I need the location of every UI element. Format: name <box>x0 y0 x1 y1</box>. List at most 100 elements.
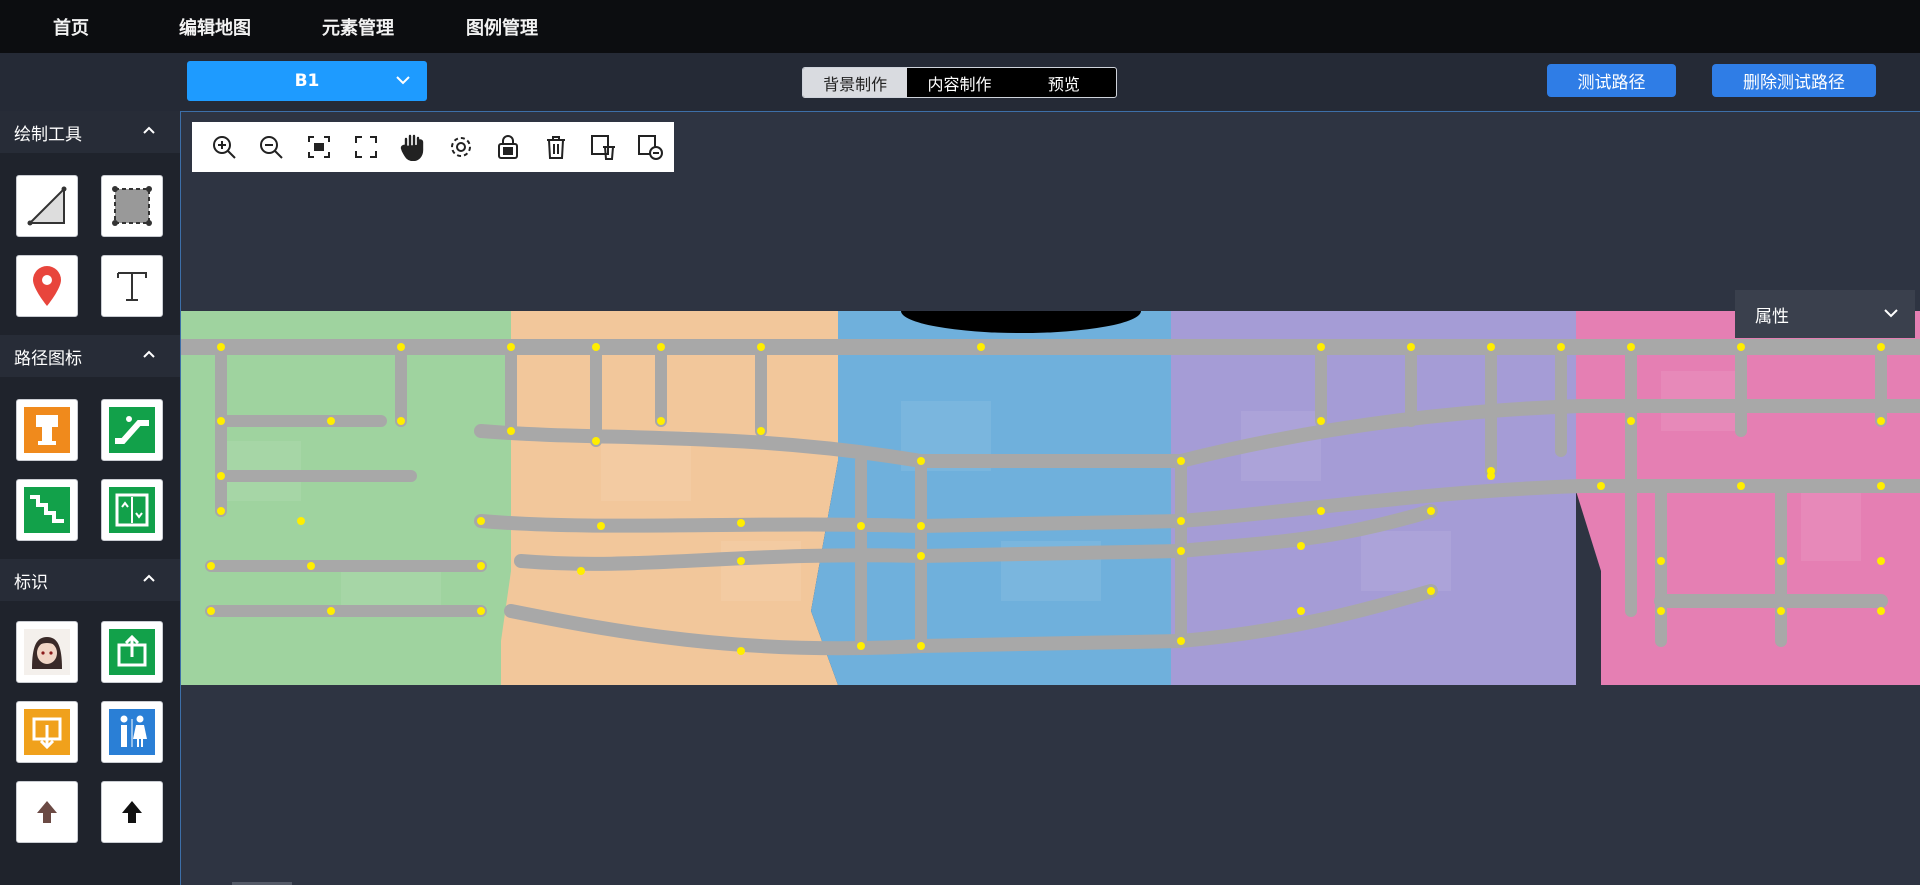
route-node[interactable] <box>1777 607 1785 615</box>
arrow-up-dark-tool[interactable] <box>16 781 78 843</box>
route-node[interactable] <box>1487 343 1495 351</box>
delete-layer-button[interactable] <box>579 127 626 167</box>
route-node[interactable] <box>1177 547 1185 555</box>
elevator-tool[interactable] <box>101 479 163 541</box>
section-header-signs[interactable]: 标识 <box>0 559 180 601</box>
route-node[interactable] <box>1317 343 1325 351</box>
avatar-tool[interactable] <box>16 621 78 683</box>
route-node[interactable] <box>477 607 485 615</box>
floor-map[interactable] <box>181 311 1920 685</box>
nav-element-management[interactable]: 元素管理 <box>322 14 394 40</box>
route-node[interactable] <box>917 642 925 650</box>
route-node[interactable] <box>757 427 765 435</box>
route-node[interactable] <box>1737 482 1745 490</box>
route-node[interactable] <box>327 417 335 425</box>
route-node[interactable] <box>217 472 225 480</box>
route-node[interactable] <box>1877 482 1885 490</box>
fullscreen-button[interactable] <box>342 127 389 167</box>
route-node[interactable] <box>327 607 335 615</box>
pan-button[interactable] <box>390 127 437 167</box>
route-node[interactable] <box>207 607 215 615</box>
polyline-tool[interactable] <box>16 175 78 237</box>
route-node[interactable] <box>477 517 485 525</box>
route-node[interactable] <box>1487 472 1495 480</box>
route-node[interactable] <box>1177 517 1185 525</box>
route-node[interactable] <box>737 519 745 527</box>
route-node[interactable] <box>1177 457 1185 465</box>
exit-tool[interactable] <box>101 621 163 683</box>
route-node[interactable] <box>217 343 225 351</box>
route-node[interactable] <box>397 343 405 351</box>
route-node[interactable] <box>737 647 745 655</box>
route-node[interactable] <box>1657 607 1665 615</box>
route-node[interactable] <box>477 562 485 570</box>
route-node[interactable] <box>917 552 925 560</box>
route-node[interactable] <box>297 517 305 525</box>
route-node[interactable] <box>1877 343 1885 351</box>
lock-button[interactable] <box>484 127 531 167</box>
ticket-machine-tool[interactable] <box>16 399 78 461</box>
stairs-tool[interactable] <box>16 479 78 541</box>
tab-preview[interactable]: 预览 <box>1012 68 1116 97</box>
route-node[interactable] <box>1877 417 1885 425</box>
route-node[interactable] <box>657 417 665 425</box>
nav-edit-map[interactable]: 编辑地图 <box>179 14 251 40</box>
text-tool[interactable] <box>101 255 163 317</box>
tab-content[interactable]: 内容制作 <box>907 68 1011 97</box>
route-node[interactable] <box>592 437 600 445</box>
nav-legend-management[interactable]: 图例管理 <box>466 14 538 40</box>
test-route-button[interactable]: 测试路径 <box>1547 64 1676 97</box>
route-node[interactable] <box>577 567 585 575</box>
route-node[interactable] <box>207 562 215 570</box>
route-node[interactable] <box>507 427 515 435</box>
nav-home[interactable]: 首页 <box>53 14 89 40</box>
zoom-in-button[interactable] <box>200 127 247 167</box>
route-node[interactable] <box>977 343 985 351</box>
route-node[interactable] <box>592 343 600 351</box>
route-node[interactable] <box>1777 557 1785 565</box>
route-node[interactable] <box>857 522 865 530</box>
entrance-tool[interactable] <box>16 701 78 763</box>
route-node[interactable] <box>597 522 605 530</box>
route-node[interactable] <box>217 507 225 515</box>
route-node[interactable] <box>307 562 315 570</box>
route-node[interactable] <box>397 417 405 425</box>
route-node[interactable] <box>1657 557 1665 565</box>
section-header-route-icons[interactable]: 路径图标 <box>0 335 180 377</box>
tab-background[interactable]: 背景制作 <box>803 68 908 97</box>
delete-test-route-button[interactable]: 删除测试路径 <box>1712 64 1876 97</box>
route-node[interactable] <box>1297 607 1305 615</box>
zoom-out-button[interactable] <box>247 127 294 167</box>
route-node[interactable] <box>857 642 865 650</box>
pin-tool[interactable] <box>16 255 78 317</box>
route-node[interactable] <box>1427 587 1435 595</box>
route-node[interactable] <box>1597 482 1605 490</box>
delete-button[interactable] <box>532 127 579 167</box>
fit-view-button[interactable] <box>295 127 342 167</box>
settings-button[interactable] <box>437 127 484 167</box>
section-header-draw-tools[interactable]: 绘制工具 <box>0 111 180 153</box>
route-node[interactable] <box>737 557 745 565</box>
route-node[interactable] <box>1317 507 1325 515</box>
route-node[interactable] <box>657 343 665 351</box>
route-node[interactable] <box>917 457 925 465</box>
route-node[interactable] <box>1407 343 1415 351</box>
arrow-up-tool[interactable] <box>101 781 163 843</box>
route-node[interactable] <box>1557 343 1565 351</box>
route-node[interactable] <box>757 343 765 351</box>
floor-select[interactable]: B1 <box>187 61 427 101</box>
route-node[interactable] <box>1317 417 1325 425</box>
properties-panel-toggle[interactable]: 属性 <box>1735 290 1915 338</box>
escalator-tool[interactable] <box>101 399 163 461</box>
route-node[interactable] <box>1427 507 1435 515</box>
route-node[interactable] <box>1877 607 1885 615</box>
route-node[interactable] <box>1627 417 1635 425</box>
rectangle-tool[interactable] <box>101 175 163 237</box>
route-node[interactable] <box>1177 637 1185 645</box>
route-node[interactable] <box>507 343 515 351</box>
route-node[interactable] <box>1297 542 1305 550</box>
restroom-tool[interactable] <box>101 701 163 763</box>
remove-layer-button[interactable] <box>627 127 674 167</box>
route-node[interactable] <box>1627 343 1635 351</box>
route-node[interactable] <box>1737 343 1745 351</box>
